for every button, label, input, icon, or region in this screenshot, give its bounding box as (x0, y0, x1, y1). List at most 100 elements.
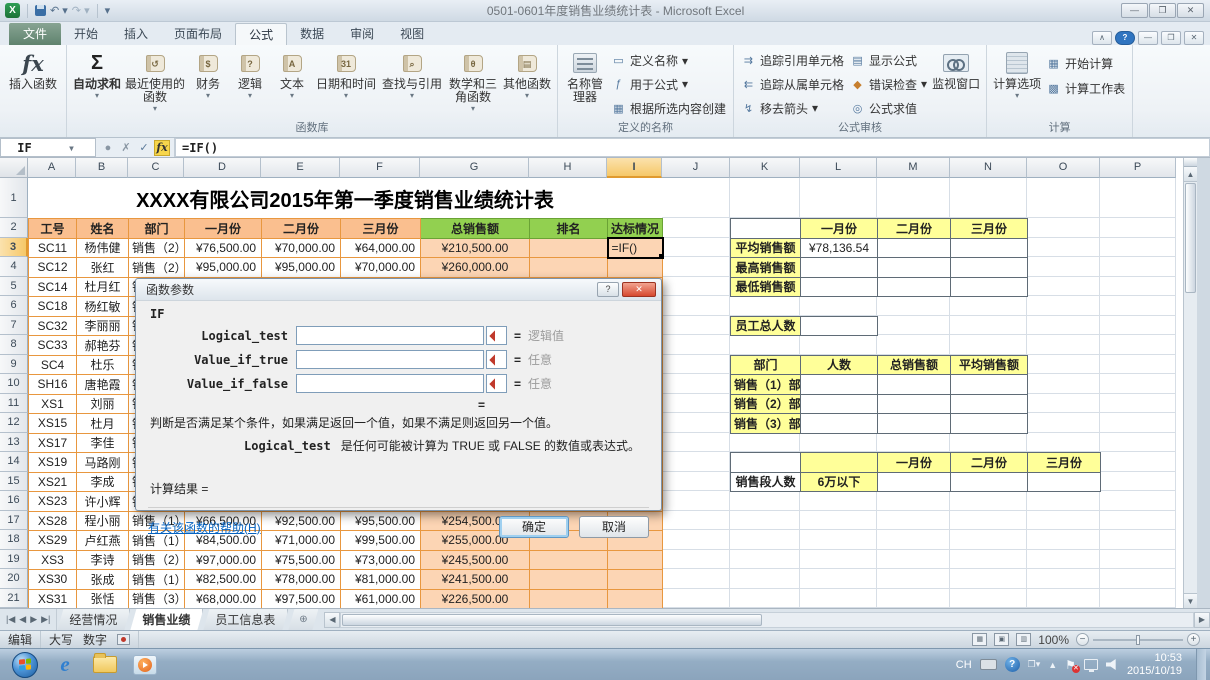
page-break-view-icon[interactable]: ▥ (1016, 633, 1032, 646)
sheet-title-cell[interactable]: XXXX有限公司2015年第一季度销售业绩统计表 (28, 178, 662, 218)
save-icon[interactable] (35, 5, 46, 16)
prev-sheet-icon[interactable]: ◀ (19, 614, 26, 625)
row-header-8[interactable]: 8 (0, 335, 28, 355)
column-header-K[interactable]: K (730, 158, 800, 178)
row-header-1[interactable]: 1 (0, 178, 28, 218)
show-formulas-button[interactable]: ▤ 显示公式 (850, 51, 927, 70)
table-row[interactable]: SC12 张红 销售（2）部 ¥95,000.00 ¥95,000.00 ¥70… (28, 257, 663, 278)
sales-band-table[interactable]: 一月份 二月份 三月份 销售段人数 6万以下 (730, 452, 1101, 492)
table-row[interactable]: 销售（2）部 (730, 393, 1028, 414)
department-stats-table[interactable]: 部门 人数 总销售额 平均销售额 销售（1）部 销售（2）部 销售（3）部 (730, 354, 1028, 434)
volume-icon[interactable] (1105, 659, 1116, 670)
watch-window-button[interactable]: 监视窗口 (930, 48, 982, 121)
math-trig-button[interactable]: θ 数学和三角函数 ▾ (445, 48, 501, 121)
next-sheet-icon[interactable]: ▶ (30, 614, 37, 625)
calculation-options-button[interactable]: 计算选项 ▾ (991, 48, 1043, 121)
use-in-formula-button[interactable]: ƒ 用于公式 ▾ (611, 75, 726, 94)
function-arguments-dialog[interactable]: 函数参数 ? ✕ IF Logical_test = 逻辑值 Value_if_… (135, 278, 662, 538)
column-header-J[interactable]: J (662, 158, 730, 178)
row-header-4[interactable]: 4 (0, 257, 28, 277)
dialog-title-bar[interactable]: 函数参数 ? ✕ (136, 279, 661, 301)
insert-worksheet-icon[interactable]: ⊕ (288, 609, 318, 630)
scrollbar-thumb[interactable] (342, 613, 763, 626)
excel-app-icon[interactable]: X (5, 3, 20, 18)
help-icon[interactable]: ? (1115, 31, 1135, 45)
error-checking-button[interactable]: ◆ 错误检查 ▾ (850, 75, 927, 94)
column-header-I[interactable]: I (607, 158, 662, 178)
date-time-button[interactable]: 31 日期和时间 ▾ (313, 48, 379, 121)
name-box[interactable]: IF ▾ (0, 138, 96, 157)
ribbon-tab[interactable]: 页面布局 (161, 23, 235, 45)
normal-view-icon[interactable]: ▦ (972, 633, 988, 646)
internet-explorer-icon[interactable]: e (48, 652, 82, 678)
more-functions-button[interactable]: ▤ 其他函数 ▾ (501, 48, 553, 121)
insert-function-icon[interactable]: fx (154, 139, 170, 156)
language-indicator[interactable]: CH (956, 659, 972, 671)
row-header-5[interactable]: 5 (0, 276, 28, 296)
column-header-O[interactable]: O (1027, 158, 1100, 178)
show-desktop-button[interactable] (1196, 648, 1206, 680)
table-row[interactable]: 最低销售额 (730, 276, 1028, 297)
lookup-reference-button[interactable]: ⌕ 查找与引用 ▾ (379, 48, 445, 121)
horizontal-scrollbar[interactable]: ◀ ▶ (324, 609, 1210, 630)
tab-file[interactable]: 文件 (9, 23, 62, 45)
calculate-now-button[interactable]: ▦ 开始计算 (1046, 54, 1125, 73)
scroll-up-icon[interactable]: ▲ (1184, 167, 1197, 182)
row-header-18[interactable]: 18 (0, 530, 28, 550)
zoom-slider[interactable]: − + (1076, 633, 1200, 646)
row-header-13[interactable]: 13 (0, 432, 28, 452)
tray-window-icon[interactable]: ❐▾ (1028, 659, 1041, 670)
staff-total-value[interactable] (800, 315, 878, 336)
staff-total-table[interactable]: 员工总人数 (730, 315, 878, 337)
row-header-7[interactable]: 7 (0, 315, 28, 335)
table-row[interactable]: 销售段人数 6万以下 (730, 471, 1101, 492)
sheet-tab[interactable]: 销售业绩 (130, 609, 203, 630)
zoom-knob[interactable] (1136, 634, 1140, 645)
tray-help-icon[interactable]: ? (1004, 657, 1020, 672)
scroll-down-icon[interactable]: ▼ (1184, 593, 1197, 608)
sheet-nav-buttons[interactable]: |◀ ◀ ▶ ▶| (0, 609, 58, 630)
sheet-tab[interactable]: 经营情况 (57, 609, 130, 630)
recent-functions-button[interactable]: ↺ 最近使用的函数 ▾ (123, 48, 187, 121)
ribbon-tab[interactable]: 公式 (235, 23, 288, 45)
scroll-right-icon[interactable]: ▶ (1194, 611, 1210, 628)
trace-dependents-button[interactable]: ⇇ 追踪从属单元格 (741, 75, 844, 94)
window-minimize-icon[interactable]: — (1138, 31, 1158, 45)
table-row[interactable]: XS30 张成 销售（1）部 ¥82,500.00 ¥78,000.00 ¥81… (28, 569, 663, 590)
name-box-dropdown-icon[interactable]: ▾ (48, 141, 95, 155)
parameter-input[interactable] (296, 350, 484, 369)
scrollbar-thumb[interactable] (1185, 183, 1196, 293)
calculate-sheet-button[interactable]: ▩ 计算工作表 (1046, 79, 1125, 98)
scrollbar-split-handle[interactable] (1184, 158, 1197, 167)
row-header-15[interactable]: 15 (0, 471, 28, 491)
table-row[interactable]: 销售（1）部 (730, 374, 1028, 395)
table-row[interactable]: 平均销售额 ¥78,136.54 (730, 237, 1028, 258)
window-restore-icon[interactable]: ❐ (1161, 31, 1181, 45)
row-header-16[interactable]: 16 (0, 491, 28, 511)
row-header-17[interactable]: 17 (0, 510, 28, 530)
start-button[interactable] (12, 651, 38, 678)
ribbon-tab[interactable]: 开始 (61, 23, 111, 45)
vertical-scrollbar[interactable]: ▲ ▼ (1183, 158, 1197, 608)
dialog-help-icon[interactable]: ? (597, 282, 619, 297)
undo-icon[interactable]: ↶ ▾ (50, 3, 68, 19)
zoom-level[interactable]: 100% (1038, 633, 1069, 647)
column-header-P[interactable]: P (1100, 158, 1176, 178)
remove-arrows-button[interactable]: ↯ 移去箭头 ▾ (741, 99, 844, 118)
row-header-21[interactable]: 21 (0, 588, 28, 608)
ok-button[interactable]: 确定 (499, 516, 569, 538)
file-explorer-icon[interactable] (88, 652, 122, 678)
ribbon-tab[interactable]: 视图 (387, 23, 437, 45)
row-header-10[interactable]: 10 (0, 374, 28, 394)
table-row[interactable]: XS31 张恬 销售（3）部 ¥68,000.00 ¥97,500.00 ¥61… (28, 588, 663, 608)
column-header-B[interactable]: B (76, 158, 128, 178)
restore-button[interactable]: ❐ (1149, 3, 1176, 18)
table-row[interactable]: XS3 李诗 销售（2）部 ¥97,000.00 ¥75,500.00 ¥73,… (28, 549, 663, 570)
minimize-button[interactable]: — (1121, 3, 1148, 18)
clock[interactable]: 10:53 2015/10/19 (1127, 652, 1188, 678)
column-header-N[interactable]: N (950, 158, 1027, 178)
show-hidden-icons[interactable]: ▲ (1048, 660, 1057, 670)
action-center-icon[interactable]: ⚑ ✕ (1065, 658, 1080, 673)
last-sheet-icon[interactable]: ▶| (41, 614, 50, 625)
range-picker-icon[interactable] (486, 350, 507, 369)
